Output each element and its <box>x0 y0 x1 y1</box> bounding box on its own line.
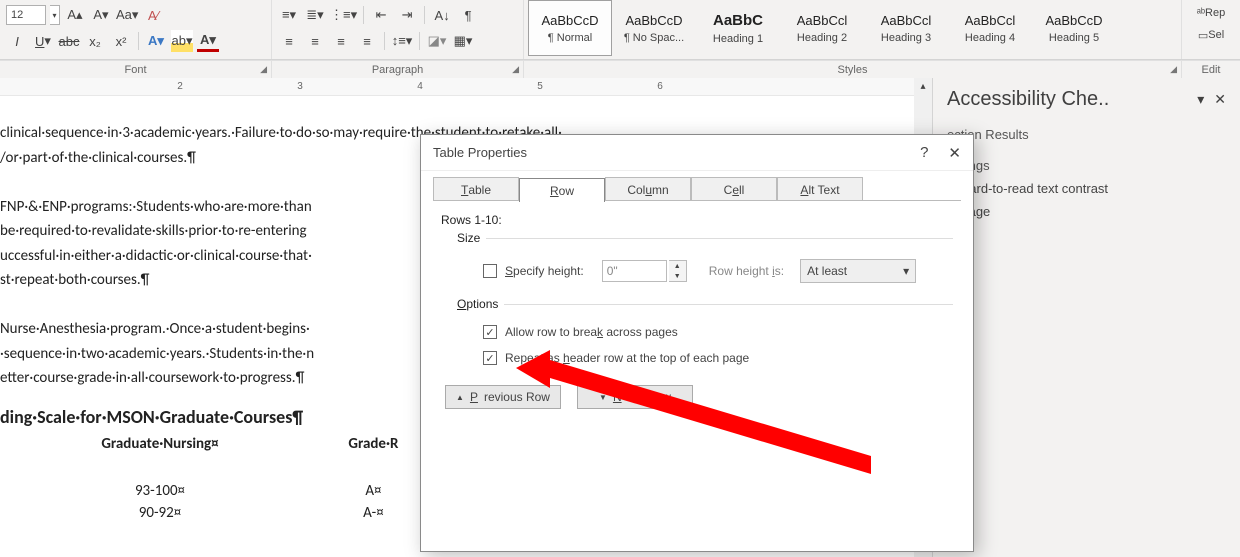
sort-icon[interactable]: A↓ <box>431 4 453 26</box>
styles-expand-icon[interactable]: ◢ <box>1170 64 1177 75</box>
table-header-cell: Grade·R <box>323 433 423 456</box>
clear-format-icon[interactable]: A⁄ <box>142 4 164 26</box>
select-button[interactable]: ▭ Sel <box>1186 24 1236 46</box>
allow-break-checkbox[interactable]: ✓ <box>483 325 497 339</box>
table-cell: 93-100¤ <box>0 480 320 503</box>
paragraph-group: ≡▾ ≣▾ ⋮≡▾ ⇤ ⇥ A↓ ¶ ≡ ≡ ≡ ≡ ↕≡▾ ◪▾ ▦▾ <box>272 0 524 59</box>
table-properties-dialog: Table Properties ? ✕ TTableable Row Colu… <box>420 134 974 552</box>
font-color-icon[interactable]: A▾ <box>197 30 219 52</box>
allow-break-label: Allow row to break across pages <box>505 325 678 339</box>
underline-icon[interactable]: U▾ <box>32 30 54 52</box>
superscript-icon[interactable]: x² <box>110 30 132 52</box>
editing-group: ᵃᵇ Rep ▭ Sel <box>1182 0 1240 59</box>
borders-icon[interactable]: ▦▾ <box>452 30 474 52</box>
shading-icon[interactable]: ◪▾ <box>426 30 448 52</box>
subscript-icon[interactable]: x₂ <box>84 30 106 52</box>
rows-range-label: Rows 1-10: <box>441 213 953 227</box>
align-left-icon[interactable]: ≡ <box>278 30 300 52</box>
decrease-font-icon[interactable]: A▾ <box>90 4 112 26</box>
highlight-icon[interactable]: ab▾ <box>171 30 193 52</box>
style-heading1[interactable]: AaBbC Heading 1 <box>696 0 780 56</box>
dialog-tabs: TTableable Row Column Cell Alt Text <box>433 177 961 201</box>
align-right-icon[interactable]: ≡ <box>330 30 352 52</box>
horizontal-ruler[interactable]: 2 3 4 5 6 <box>0 78 914 96</box>
line-spacing-icon[interactable]: ↕≡▾ <box>391 30 413 52</box>
repeat-header-label: Repeat as header row at the top of each … <box>505 351 749 365</box>
tab-table[interactable]: TTableable <box>433 177 519 201</box>
accessibility-pane: Accessibility Che.. ▾ ✕ ection Results a… <box>932 78 1240 557</box>
paragraph-expand-icon[interactable]: ◢ <box>512 64 519 75</box>
accessibility-issue-item[interactable]: ▶Hard-to-read text contrast <box>947 181 1226 196</box>
font-group: 12 ▾ A▴ A▾ Aa▾ A⁄ I U▾ abc x₂ x² A▾ ab▾ … <box>0 0 272 59</box>
previous-row-button[interactable]: ▲ Previous Row <box>445 385 561 409</box>
options-legend: Options <box>457 297 498 311</box>
repeat-header-checkbox[interactable]: ✓ <box>483 351 497 365</box>
font-size-dropdown[interactable]: ▾ <box>50 5 60 25</box>
align-center-icon[interactable]: ≡ <box>304 30 326 52</box>
bullets-icon[interactable]: ≡▾ <box>278 4 300 26</box>
scroll-up-icon[interactable]: ▴ <box>914 78 932 94</box>
pane-title-text: Accessibility Che.. <box>947 88 1109 111</box>
specify-height-checkbox[interactable] <box>483 264 497 278</box>
specify-height-label: Specify height: <box>505 264 584 278</box>
dialog-help-icon[interactable]: ? <box>920 144 928 162</box>
inspection-results-label: ection Results <box>947 127 1226 142</box>
style-heading4[interactable]: AaBbCcl Heading 4 <box>948 0 1032 56</box>
decrease-indent-icon[interactable]: ⇤ <box>370 4 392 26</box>
chevron-down-icon: ▾ <box>903 264 909 278</box>
justify-icon[interactable]: ≡ <box>356 30 378 52</box>
italic-icon[interactable]: I <box>6 30 28 52</box>
table-cell: 90-92¤ <box>0 502 320 525</box>
replace-button[interactable]: ᵃᵇ Rep <box>1186 2 1236 24</box>
table-cell: A¤ <box>323 480 423 503</box>
tab-column[interactable]: Column <box>605 177 691 201</box>
pane-close-icon[interactable]: ✕ <box>1214 91 1226 108</box>
table-cell: A-¤ <box>323 502 423 525</box>
table-header-cell: Graduate·Nursing¤ <box>0 433 320 456</box>
ribbon: 12 ▾ A▴ A▾ Aa▾ A⁄ I U▾ abc x₂ x² A▾ ab▾ … <box>0 0 1240 60</box>
pane-menu-icon[interactable]: ▾ <box>1197 91 1204 108</box>
size-legend: Size <box>457 231 480 245</box>
style-heading2[interactable]: AaBbCcl Heading 2 <box>780 0 864 56</box>
style-heading5[interactable]: AaBbCcD Heading 5 <box>1032 0 1116 56</box>
height-input[interactable]: 0" <box>602 260 667 282</box>
next-row-button[interactable]: ▼ Next Row <box>577 385 693 409</box>
font-size-input[interactable]: 12 <box>6 5 46 25</box>
tab-alt-text[interactable]: Alt Text <box>777 177 863 201</box>
tab-row[interactable]: Row <box>519 178 605 202</box>
height-spinner[interactable]: ▲▼ <box>669 260 687 282</box>
multilevel-icon[interactable]: ⋮≡▾ <box>330 4 357 26</box>
strike-icon[interactable]: abc <box>58 30 80 52</box>
font-expand-icon[interactable]: ◢ <box>260 64 267 75</box>
dialog-title: Table Properties <box>433 145 527 160</box>
warnings-label: arnings <box>947 158 1226 173</box>
styles-group: AaBbCcD ¶ Normal AaBbCcD ¶ No Spac... Aa… <box>524 0 1182 59</box>
accessibility-issue-item[interactable]: ▶Page <box>947 204 1226 219</box>
dialog-close-icon[interactable]: ✕ <box>948 144 961 162</box>
row-height-mode-select[interactable]: At least▾ <box>800 259 916 283</box>
text-effects-icon[interactable]: A▾ <box>145 30 167 52</box>
increase-indent-icon[interactable]: ⇥ <box>396 4 418 26</box>
style-heading3[interactable]: AaBbCcl Heading 3 <box>864 0 948 56</box>
row-height-is-label: Row height is: <box>709 264 784 278</box>
change-case-icon[interactable]: Aa▾ <box>116 4 138 26</box>
style-normal[interactable]: AaBbCcD ¶ Normal <box>528 0 612 56</box>
numbering-icon[interactable]: ≣▾ <box>304 4 326 26</box>
style-no-spacing[interactable]: AaBbCcD ¶ No Spac... <box>612 0 696 56</box>
show-marks-icon[interactable]: ¶ <box>457 4 479 26</box>
tab-cell[interactable]: Cell <box>691 177 777 201</box>
increase-font-icon[interactable]: A▴ <box>64 4 86 26</box>
ribbon-group-labels: Font◢ Paragraph◢ Styles◢ Edit <box>0 60 1240 78</box>
